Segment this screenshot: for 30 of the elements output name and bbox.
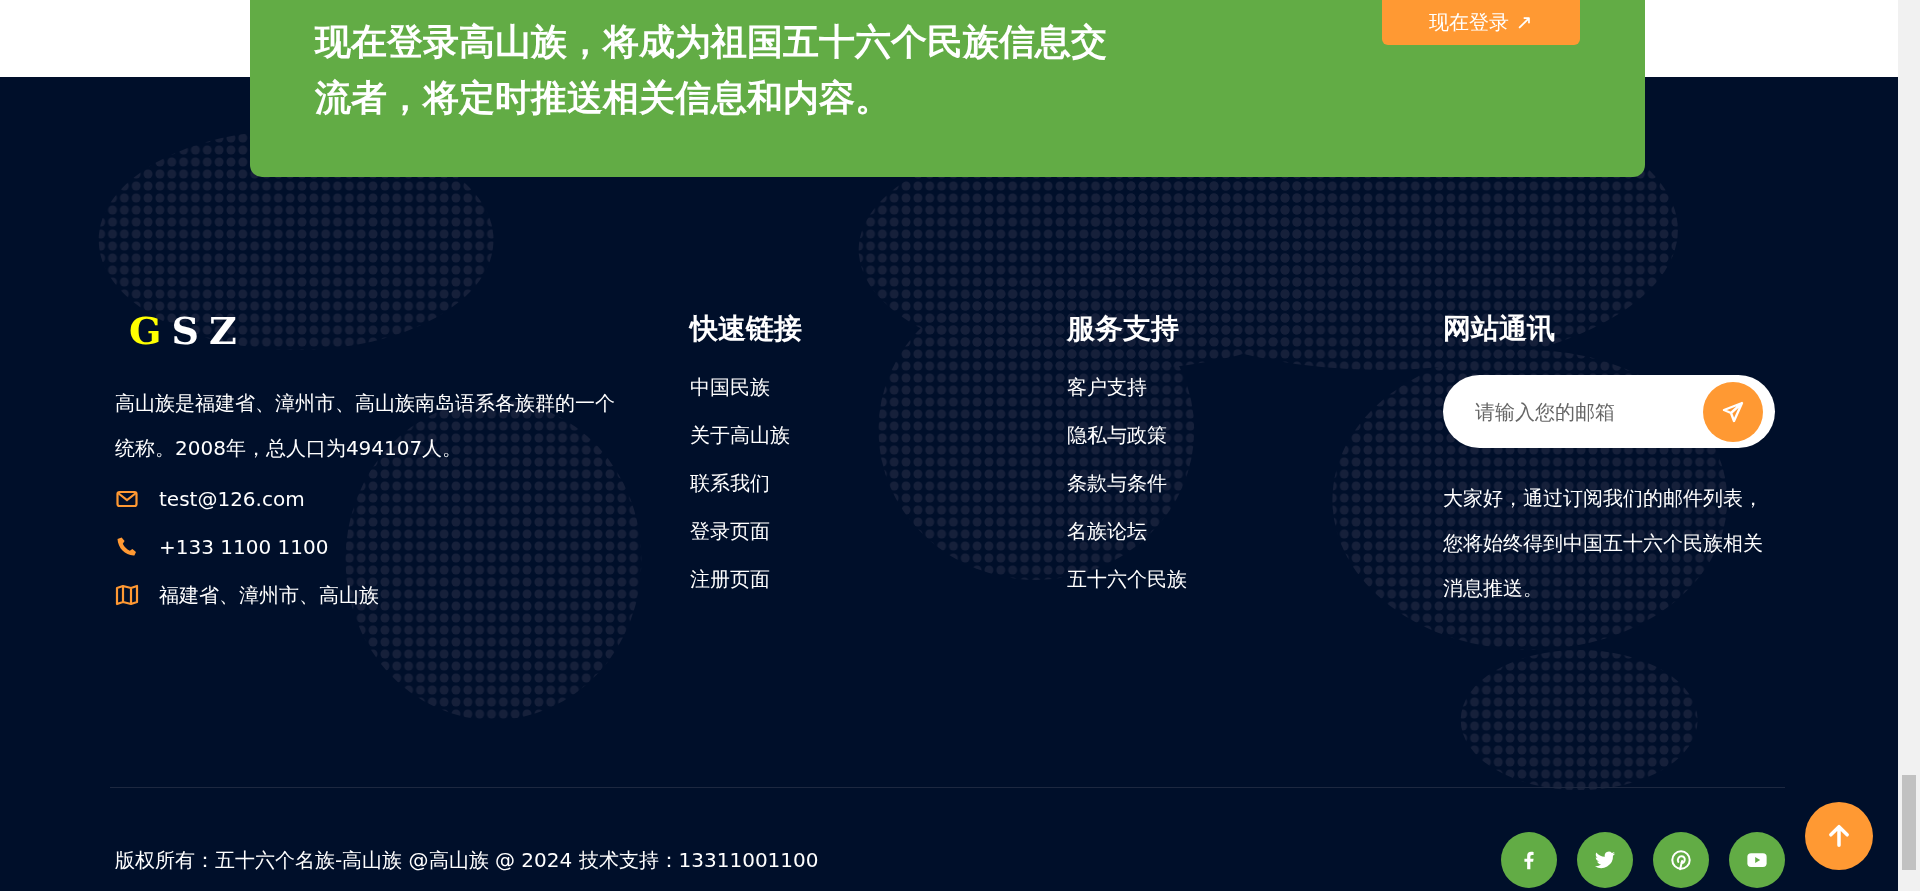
logo: G S Z [129, 309, 247, 353]
footer-link[interactable]: 中国民族 [690, 375, 770, 399]
copyright-text: 版权所有：五十六个名族-高山族 @高山族 @ 2024 技术支持：13311001100 [115, 846, 819, 874]
contact-text: +133 1100 1100 [159, 534, 329, 560]
social-button[interactable] [1501, 832, 1557, 888]
banner-heading: 现在登录高山族，将成为祖国五十六个民族信息交流者，将定时推送相关信息和内容。 [315, 20, 1108, 120]
social-button[interactable] [1653, 832, 1709, 888]
footer-link[interactable]: 客户支持 [1067, 375, 1147, 399]
footer-link[interactable]: 条款与条件 [1067, 471, 1167, 495]
footer-link[interactable]: 注册页面 [690, 567, 770, 591]
map-icon [115, 583, 139, 607]
footer-link[interactable]: 关于高山族 [690, 423, 790, 447]
column-heading: 网站通讯 [1443, 311, 1555, 347]
scrollbar[interactable] [1898, 0, 1920, 891]
pinterest-icon [1670, 849, 1692, 871]
paper-plane-icon [1721, 399, 1745, 424]
contact-text: test@126.com [159, 486, 305, 512]
contact-text: 福建省、漳州市、高山族 [159, 582, 379, 608]
column-heading: 服务支持 [1067, 311, 1179, 347]
social-button[interactable] [1729, 832, 1785, 888]
twitter-icon [1594, 849, 1616, 871]
footer-link[interactable]: 名族论坛 [1067, 519, 1147, 543]
footer-link[interactable]: 隐私与政策 [1067, 423, 1167, 447]
footer-link[interactable]: 登录页面 [690, 519, 770, 543]
about-text: 高山族是福建省、漳州市、高山族南岛语系各族群的一个统称。2008年，总人口为494107人。 [115, 390, 616, 462]
social-button[interactable] [1577, 832, 1633, 888]
newsletter-text: 大家好，通过订阅我们的邮件列表，您将始终得到中国五十六个民族相关消息推送。 [1443, 485, 1764, 602]
footer-link[interactable]: 联系我们 [690, 471, 770, 495]
column-heading: 快速链接 [690, 311, 802, 347]
footer-link[interactable]: 五十六个民族 [1067, 567, 1187, 591]
